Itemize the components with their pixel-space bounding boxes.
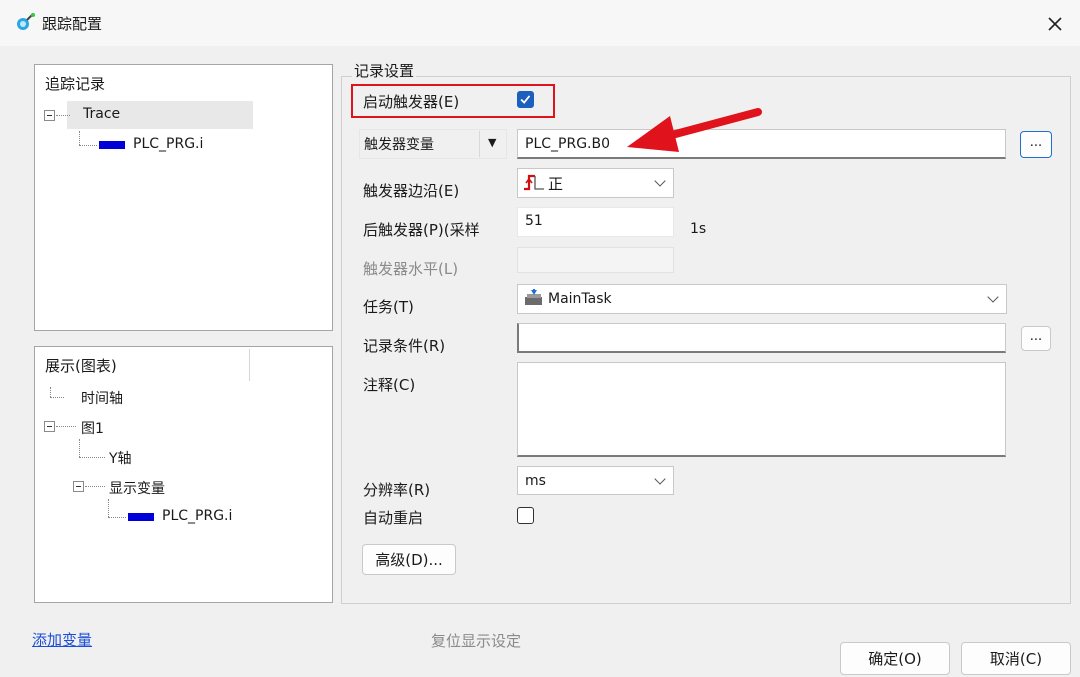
chevron-down-icon (654, 473, 666, 485)
record-condition-input[interactable] (517, 323, 1006, 353)
trigger-edge-select[interactable]: 正 (517, 168, 674, 198)
dropdown-divider (479, 131, 480, 157)
add-variable-link[interactable]: 添加变量 (32, 629, 92, 650)
trigger-variable-input[interactable]: PLC_PRG.B0 (517, 129, 1006, 159)
highlight-box (351, 84, 555, 118)
tree-connector (56, 426, 76, 427)
display-tree-header: 展示(图表) (45, 357, 117, 375)
trigger-variable-type-dropdown[interactable]: 触发器变量 ▼ (359, 129, 507, 159)
tree-item-y-axis[interactable]: Y轴 (109, 448, 132, 468)
post-trigger-value: 51 (525, 213, 543, 229)
trigger-edge-label: 触发器边沿(E) (363, 182, 460, 200)
reset-display-button[interactable]: 复位显示设定 (431, 630, 521, 651)
resolution-value: ms (525, 472, 546, 489)
display-tree-panel: 展示(图表) 时间轴 图1 Y轴 显示变量 PLC_PRG.i (34, 346, 333, 603)
post-trigger-unit: 1s (690, 221, 707, 237)
tree-item-chart1[interactable]: 图1 (81, 418, 104, 438)
cancel-button[interactable]: 取消(C) (961, 642, 1071, 675)
auto-restart-checkbox[interactable] (517, 507, 534, 524)
task-value: MainTask (548, 291, 612, 307)
tree-connector (85, 486, 105, 487)
collapse-icon[interactable] (44, 421, 55, 432)
advanced-button[interactable]: 高级(D)... (362, 544, 456, 575)
resolution-label: 分辨率(R) (363, 481, 431, 499)
tree-item-variable[interactable]: PLC_PRG.i (133, 136, 203, 152)
tree-connector (50, 387, 51, 397)
comment-label: 注释(C) (363, 376, 416, 394)
browse-button-label: ... (1029, 329, 1043, 344)
trigger-level-input[interactable] (517, 247, 674, 273)
tree-connector (79, 457, 105, 458)
window-title: 跟踪配置 (42, 15, 103, 33)
task-icon (525, 289, 542, 305)
collapse-icon[interactable] (44, 110, 55, 121)
cancel-button-label: 取消(C) (989, 650, 1043, 668)
comment-textarea[interactable] (517, 362, 1006, 457)
trigger-variable-type-label: 触发器变量 (364, 137, 434, 153)
trace-config-icon (17, 13, 35, 30)
tree-connector (56, 115, 70, 116)
chevron-down-icon (987, 291, 999, 303)
record-settings-title: 记录设置 (352, 60, 417, 81)
resolution-select[interactable]: ms (517, 466, 674, 495)
rising-edge-icon (524, 174, 544, 191)
tree-connector (108, 499, 109, 517)
record-condition-label: 记录条件(R) (363, 337, 446, 355)
ok-button-label: 确定(O) (868, 650, 922, 668)
trigger-variable-browse-button[interactable]: ... (1020, 131, 1052, 158)
tree-connector (50, 397, 64, 398)
trigger-edge-value: 正 (548, 174, 564, 193)
dropdown-arrow-icon: ▼ (488, 136, 497, 149)
task-label: 任务(T) (363, 298, 414, 316)
post-trigger-label: 后触发器(P)(采样 (363, 221, 480, 239)
trigger-variable-value: PLC_PRG.B0 (525, 135, 610, 152)
tree-connector (108, 517, 126, 518)
tree-connector (79, 145, 97, 146)
tree-item-trace[interactable]: Trace (83, 106, 120, 122)
ok-button[interactable]: 确定(O) (840, 642, 950, 675)
tree-item-display-variables[interactable]: 显示变量 (109, 478, 165, 498)
record-condition-browse-button[interactable]: ... (1021, 326, 1051, 351)
title-bar: 跟踪配置 (0, 0, 1080, 46)
tree-connector (79, 439, 80, 457)
chevron-down-icon (654, 175, 666, 187)
trigger-level-label: 触发器水平(L) (363, 260, 459, 278)
variable-color-swatch (99, 141, 125, 149)
browse-button-label: ... (1029, 135, 1043, 150)
advanced-button-label: 高级(D)... (375, 551, 443, 569)
post-trigger-input[interactable]: 51 (517, 207, 674, 237)
tree-connector (79, 131, 80, 145)
close-icon[interactable] (1040, 10, 1070, 38)
tree-item-time-axis[interactable]: 时间轴 (81, 388, 123, 408)
trace-tree-panel: 追踪记录 Trace PLC_PRG.i (34, 64, 333, 331)
task-select[interactable]: MainTask (517, 284, 1007, 314)
tree-item-display-variable[interactable]: PLC_PRG.i (162, 508, 232, 524)
variable-color-swatch (128, 513, 154, 521)
trace-tree-header: 追踪记录 (45, 75, 106, 93)
header-divider (249, 349, 250, 381)
auto-restart-label: 自动重启 (363, 509, 424, 527)
collapse-icon[interactable] (73, 481, 84, 492)
